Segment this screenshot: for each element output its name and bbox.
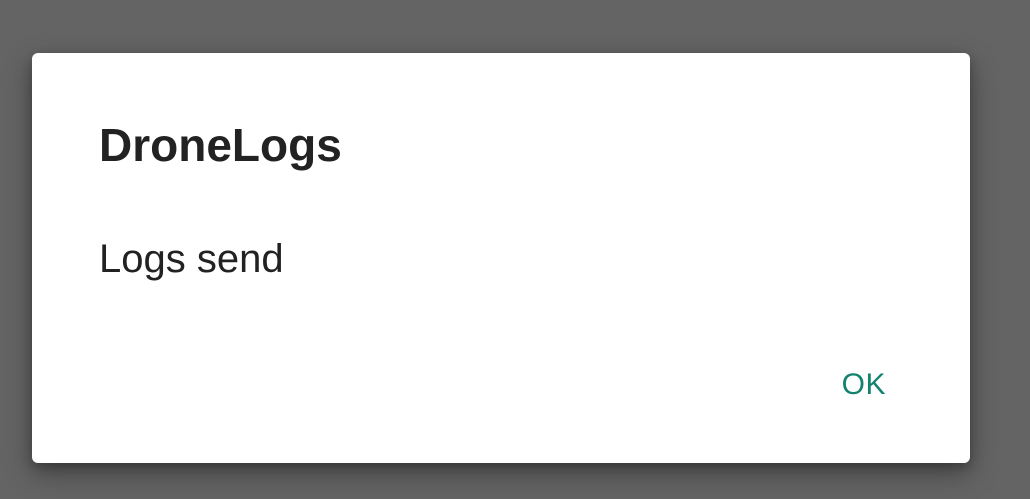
ok-button[interactable]: OK [822, 357, 906, 413]
dialog-message: Logs send [99, 237, 284, 281]
dialog-actions: OK [822, 357, 906, 413]
alert-dialog: DroneLogs Logs send OK [32, 53, 970, 463]
dialog-title: DroneLogs [99, 119, 342, 171]
